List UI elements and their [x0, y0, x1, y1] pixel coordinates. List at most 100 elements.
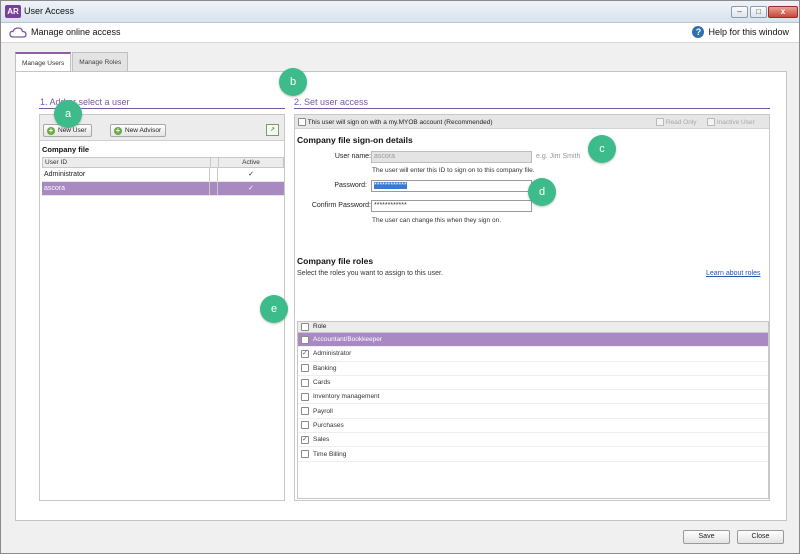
role-name: Accountant/Bookkeeper	[313, 336, 383, 344]
user-row-selected[interactable]: ascora ✓	[42, 182, 284, 196]
username-note: The user will enter this ID to sign on t…	[372, 167, 535, 174]
role-name: Payroll	[313, 407, 333, 415]
select-all-roles-checkbox[interactable]	[301, 323, 309, 331]
signon-heading: Company file sign-on details	[297, 135, 413, 145]
inactive-user-label: Inactive User	[716, 119, 755, 126]
column-user-id[interactable]: User ID	[43, 158, 211, 167]
role-row[interactable]: Inventory management	[298, 390, 768, 405]
plus-icon: +	[47, 125, 55, 135]
password-value: ************	[374, 182, 407, 189]
role-row[interactable]: Time Billing	[298, 447, 768, 462]
user-access-window: AR User Access – □ x Manage online acces…	[0, 0, 800, 554]
callout-b: b	[279, 68, 307, 96]
help-label: Help for this window	[708, 27, 789, 37]
password-field[interactable]: ************	[371, 180, 532, 192]
role-name: Time Billing	[313, 450, 347, 458]
role-row[interactable]: Payroll	[298, 404, 768, 419]
username-label: User name:	[334, 153, 371, 160]
close-button[interactable]: Close	[737, 530, 784, 544]
header-bar: Manage online access ? Help for this win…	[1, 23, 799, 43]
new-advisor-button[interactable]: + New Advisor	[110, 124, 167, 137]
user-list-header: User ID Active	[42, 157, 284, 168]
myob-account-label: This user will sign on with a my.MYOB ac…	[307, 119, 493, 126]
new-advisor-label: New Advisor	[125, 127, 162, 134]
role-column-header: Role	[313, 323, 327, 330]
role-name: Administrator	[313, 350, 352, 358]
roles-list-header: Role	[298, 322, 768, 333]
roles-body: Accountant/Bookkeeper Administrator Bankin…	[298, 333, 768, 462]
role-checkbox[interactable]	[301, 335, 309, 344]
callout-a: a	[54, 100, 82, 128]
user-id-cell: ascora	[42, 182, 210, 195]
callout-d: d	[528, 178, 556, 206]
user-access-panel: This user will sign on with a my.MYOB ac…	[294, 114, 770, 501]
password-label: Password:	[334, 182, 367, 189]
read-only-checkbox[interactable]	[656, 118, 664, 127]
callout-e: e	[260, 295, 288, 323]
user-spacer-cell	[210, 182, 218, 195]
plus-icon: +	[114, 125, 122, 135]
column-active[interactable]: Active	[219, 158, 283, 167]
read-only-option[interactable]: Read Only	[656, 116, 697, 129]
callout-c: c	[588, 135, 616, 163]
myob-account-option[interactable]: This user will sign on with a my.MYOB ac…	[298, 116, 493, 129]
role-checkbox[interactable]	[301, 421, 309, 430]
title-bar: AR User Access – □ x	[1, 1, 799, 23]
active-check-icon: ✓	[248, 171, 254, 178]
tab-manage-users[interactable]: Manage Users	[15, 52, 72, 72]
help-icon: ?	[692, 26, 705, 38]
role-name: Purchases	[313, 421, 344, 429]
app-logo-icon: AR	[5, 5, 21, 18]
section-divider	[294, 108, 770, 109]
confirm-password-field[interactable]: ************	[371, 200, 532, 212]
inactive-user-option[interactable]: Inactive User	[707, 116, 755, 129]
role-row[interactable]: Sales	[298, 433, 768, 448]
role-name: Banking	[313, 364, 337, 372]
cloud-icon	[9, 27, 27, 38]
column-spacer	[211, 158, 219, 167]
role-checkbox[interactable]	[301, 435, 309, 444]
role-checkbox[interactable]	[301, 392, 309, 401]
role-checkbox[interactable]	[301, 349, 309, 358]
section-select-user-title: 1. Add or select a user	[40, 97, 130, 107]
active-check-icon: ✓	[248, 185, 254, 192]
myob-account-checkbox[interactable]	[298, 118, 306, 127]
inactive-user-checkbox[interactable]	[707, 118, 715, 127]
username-field[interactable]: ascora	[371, 151, 532, 163]
roles-list: Role Accountant/Bookkeeper Administrator B…	[297, 321, 769, 499]
role-checkbox[interactable]	[301, 450, 309, 459]
export-icon[interactable]: ↗	[266, 124, 279, 136]
role-name: Inventory management	[313, 393, 380, 401]
company-file-label: Company file	[42, 145, 90, 154]
role-row[interactable]: Purchases	[298, 419, 768, 434]
user-spacer-cell	[210, 168, 218, 181]
window-title: User Access	[24, 6, 75, 16]
close-window-button[interactable]: x	[768, 6, 798, 18]
user-list-panel: + New User + New Advisor ↗ Company file …	[39, 114, 285, 501]
myob-account-bar: This user will sign on with a my.MYOB ac…	[295, 115, 769, 129]
role-row[interactable]: Cards	[298, 376, 768, 391]
section-user-access-title: 2. Set user access	[294, 97, 369, 107]
user-row[interactable]: Administrator ✓	[42, 168, 284, 182]
role-row[interactable]: Administrator	[298, 347, 768, 362]
read-only-label: Read Only	[665, 119, 697, 126]
role-row[interactable]: Banking	[298, 362, 768, 376]
role-row[interactable]: Accountant/Bookkeeper	[298, 333, 768, 348]
role-checkbox[interactable]	[301, 378, 309, 387]
role-name: Cards	[313, 379, 331, 387]
tab-bar: Manage Users Manage Roles	[15, 52, 129, 72]
roles-heading: Company file roles	[297, 256, 374, 266]
save-button[interactable]: Save	[683, 530, 730, 544]
maximize-button[interactable]: □	[750, 6, 767, 18]
main-panel: 1. Add or select a user 2. Set user acce…	[15, 71, 787, 521]
password-note: The user can change this when they sign …	[372, 217, 501, 224]
user-list: User ID Active Administrator ✓ ascora ✓	[42, 157, 284, 196]
roles-instruction: Select the roles you want to assign to t…	[297, 270, 443, 277]
role-checkbox[interactable]	[301, 364, 309, 373]
role-name: Sales	[313, 436, 330, 444]
minimize-button[interactable]: –	[731, 6, 748, 18]
learn-about-roles-link[interactable]: Learn about roles	[706, 270, 760, 277]
tab-manage-roles[interactable]: Manage Roles	[72, 52, 129, 71]
help-link[interactable]: ? Help for this window	[692, 26, 789, 38]
role-checkbox[interactable]	[301, 407, 309, 416]
